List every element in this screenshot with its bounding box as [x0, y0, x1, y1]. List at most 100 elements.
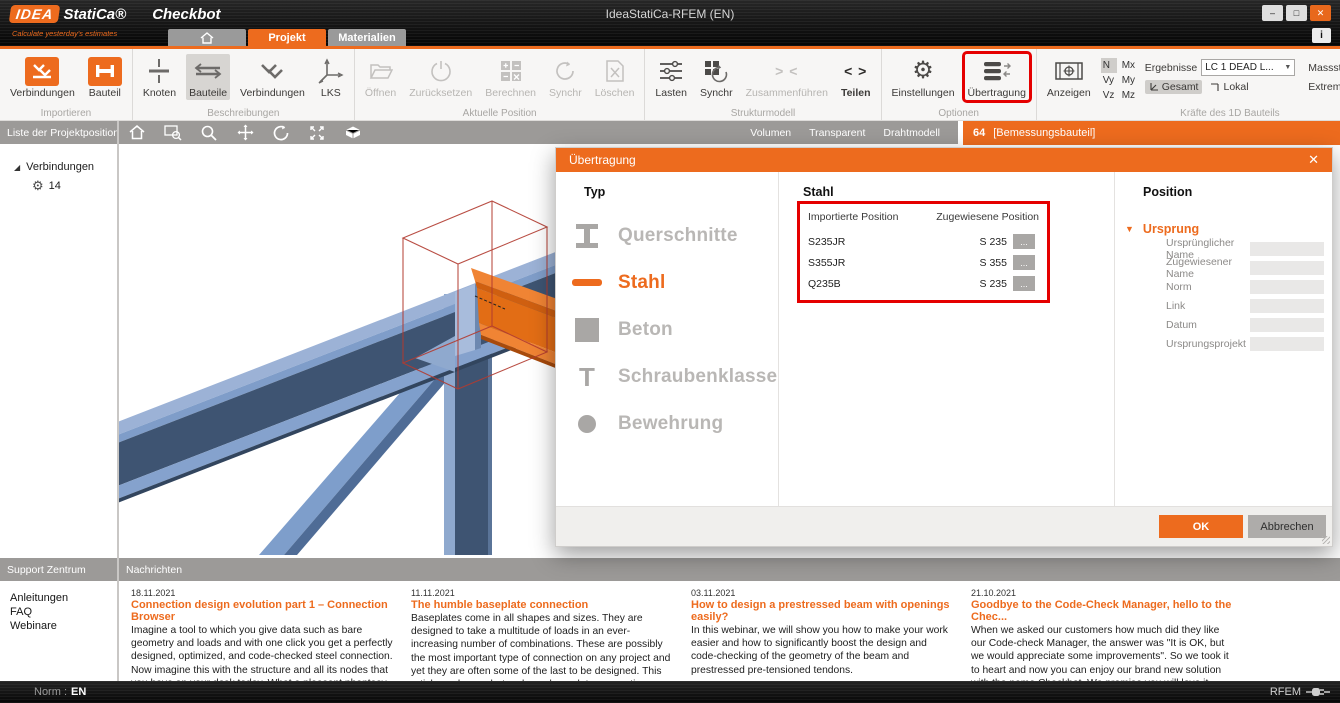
berechnen-button: Berechnen — [482, 54, 539, 100]
dialog-title: Übertragung — [569, 153, 636, 167]
news-title-link[interactable]: The humble baseplate connection — [411, 599, 673, 611]
typ-item-beton[interactable]: Beton — [556, 306, 778, 353]
position-column: Position ▼ Ursprung Ursprünglicher Name … — [1115, 172, 1332, 506]
open-folder-icon — [369, 55, 393, 87]
concrete-square-icon — [556, 318, 618, 342]
pan-button[interactable] — [235, 123, 255, 143]
zoom-window-icon — [164, 125, 182, 141]
info-button[interactable]: i — [1312, 28, 1331, 43]
massstab-label: Massstab — [1308, 62, 1340, 74]
plug-icon — [1306, 687, 1330, 697]
resize-grip[interactable] — [1322, 536, 1330, 544]
einstellungen-button[interactable]: ⚙ Einstellungen — [889, 54, 958, 100]
sidebar-header: Liste der Projektpositione — [0, 121, 117, 144]
zoom-extents-button[interactable] — [307, 123, 327, 143]
close-button[interactable]: ✕ — [1310, 5, 1331, 21]
tree-node-verbindungen[interactable]: ◢ Verbindungen — [14, 158, 117, 176]
lks-button[interactable]: LKS — [315, 54, 347, 100]
news-item: 11.11.2021 The humble baseplate connecti… — [411, 588, 673, 691]
lokal-toggle[interactable]: Lokal — [1206, 80, 1252, 94]
desc-verbindungen-button[interactable]: Verbindungen — [237, 54, 308, 100]
browse-material-button[interactable]: ... — [1013, 234, 1035, 249]
news-title-link[interactable]: Goodbye to the Code-Check Manager, hello… — [971, 599, 1233, 623]
news-panel: Nachrichten 18.11.2021 Connection design… — [119, 555, 1340, 681]
ribbon-group-aktuelle-position: Öffnen Zurücksetzen Berechnen Synchr — [355, 49, 646, 120]
input-zugewiesener-name[interactable] — [1250, 261, 1324, 275]
collapse-triangle-icon[interactable]: ▼ — [1125, 224, 1134, 234]
link-webinare[interactable]: Webinare — [10, 619, 117, 633]
title-bar: IdeaStatiCa-RFEM (EN) IDEAStatiCa®Checkb… — [0, 0, 1340, 46]
input-urspruenglicher-name[interactable] — [1250, 242, 1324, 256]
home-icon — [129, 125, 145, 140]
ribbon-group-importieren: Verbindungen Bauteil Importieren — [0, 49, 133, 120]
news-header: Nachrichten — [119, 558, 1340, 581]
zoom-button[interactable] — [199, 123, 219, 143]
browse-material-button[interactable]: ... — [1013, 276, 1035, 291]
news-title-link[interactable]: Connection design evolution part 1 – Con… — [131, 599, 393, 623]
tab-home[interactable] — [168, 29, 246, 46]
bauteile-button[interactable]: Bauteile — [186, 54, 230, 100]
link-anleitungen[interactable]: Anleitungen — [10, 591, 117, 605]
typ-item-querschnitte[interactable]: Querschnitte — [556, 212, 778, 259]
anzeigen-button[interactable]: Anzeigen — [1044, 54, 1094, 100]
tab-materialien[interactable]: Materialien — [328, 29, 406, 46]
calculator-icon — [500, 55, 522, 87]
browse-material-button[interactable]: ... — [1013, 255, 1035, 270]
news-date: 21.10.2021 — [971, 588, 1233, 598]
merge-icon: > < — [775, 63, 798, 79]
news-item: 21.10.2021 Goodbye to the Code-Check Man… — [971, 588, 1233, 690]
rotate-button[interactable] — [271, 123, 291, 143]
component-my[interactable]: My — [1120, 73, 1138, 88]
loadcase-dropdown[interactable]: LC 1 DEAD L...▼ — [1201, 59, 1295, 76]
knoten-button[interactable]: Knoten — [140, 54, 179, 100]
gear-icon: ⚙ — [912, 55, 934, 87]
field-ursprungsprojekt: Ursprungsprojekt — [1166, 334, 1324, 353]
mode-volumen[interactable]: Volumen — [750, 127, 791, 139]
maximize-button[interactable]: □ — [1286, 5, 1307, 21]
field-datum: Datum — [1166, 315, 1324, 334]
input-norm[interactable] — [1250, 280, 1324, 294]
chevron-down-icon: ▼ — [1284, 64, 1291, 71]
input-datum[interactable] — [1250, 318, 1324, 332]
struktur-synchr-button[interactable]: Synchr — [697, 54, 736, 100]
gesamt-toggle[interactable]: Gesamt — [1145, 80, 1203, 94]
component-vy[interactable]: Vy — [1101, 73, 1117, 88]
solid-view-button[interactable] — [343, 123, 363, 143]
zuruecksetzen-button: Zurücksetzen — [406, 54, 475, 100]
link-faq[interactable]: FAQ — [10, 605, 117, 619]
component-mz[interactable]: Mz — [1120, 88, 1138, 103]
support-header: Support Zentrum — [0, 558, 117, 581]
mode-transparent[interactable]: Transparent — [809, 127, 865, 139]
tab-projekt[interactable]: Projekt — [248, 29, 326, 46]
component-mx[interactable]: Mx — [1120, 58, 1138, 73]
zoom-all-button[interactable] — [127, 123, 147, 143]
typ-item-stahl[interactable]: Stahl — [556, 259, 778, 306]
cancel-button[interactable]: Abbrechen — [1248, 515, 1326, 538]
news-item: 03.11.2021 How to design a prestressed b… — [691, 588, 953, 677]
tree-item-14[interactable]: ⚙ 14 — [32, 176, 117, 196]
teilen-button[interactable]: < > Teilen — [838, 54, 874, 100]
typ-item-bewehrung[interactable]: Bewehrung — [556, 400, 778, 447]
zoom-window-button[interactable] — [163, 123, 183, 143]
news-title-link[interactable]: How to design a prestressed beam with op… — [691, 599, 953, 623]
import-verbindungen-button[interactable]: Verbindungen — [7, 54, 78, 100]
mode-drahtmodell[interactable]: Drahtmodell — [883, 127, 940, 139]
input-ursprungsprojekt[interactable] — [1250, 337, 1324, 351]
display-forces-icon — [1055, 55, 1083, 87]
support-links: Anleitungen FAQ Webinare — [0, 581, 117, 633]
expander-icon[interactable]: ◢ — [14, 163, 20, 172]
dialog-close-icon[interactable]: ✕ — [1308, 152, 1319, 168]
ok-button[interactable]: OK — [1159, 515, 1243, 538]
uebertragung-button[interactable]: Übertragung — [965, 54, 1029, 100]
import-bauteil-button[interactable]: Bauteil — [85, 54, 125, 100]
force-component-grid: N Mx Vy My Vz Mz — [1101, 58, 1138, 103]
typ-item-schraubenklasse[interactable]: T Schraubenklasse — [556, 353, 778, 400]
dialog-titlebar: Übertragung ✕ — [556, 148, 1332, 172]
minimize-button[interactable]: – — [1262, 5, 1283, 21]
support-panel: Support Zentrum Anleitungen FAQ Webinare — [0, 555, 119, 681]
main-tabs: Projekt Materialien — [168, 29, 406, 46]
input-link[interactable] — [1250, 299, 1324, 313]
lasten-button[interactable]: Lasten — [652, 54, 690, 100]
component-vz[interactable]: Vz — [1101, 88, 1117, 103]
component-n[interactable]: N — [1101, 58, 1117, 73]
